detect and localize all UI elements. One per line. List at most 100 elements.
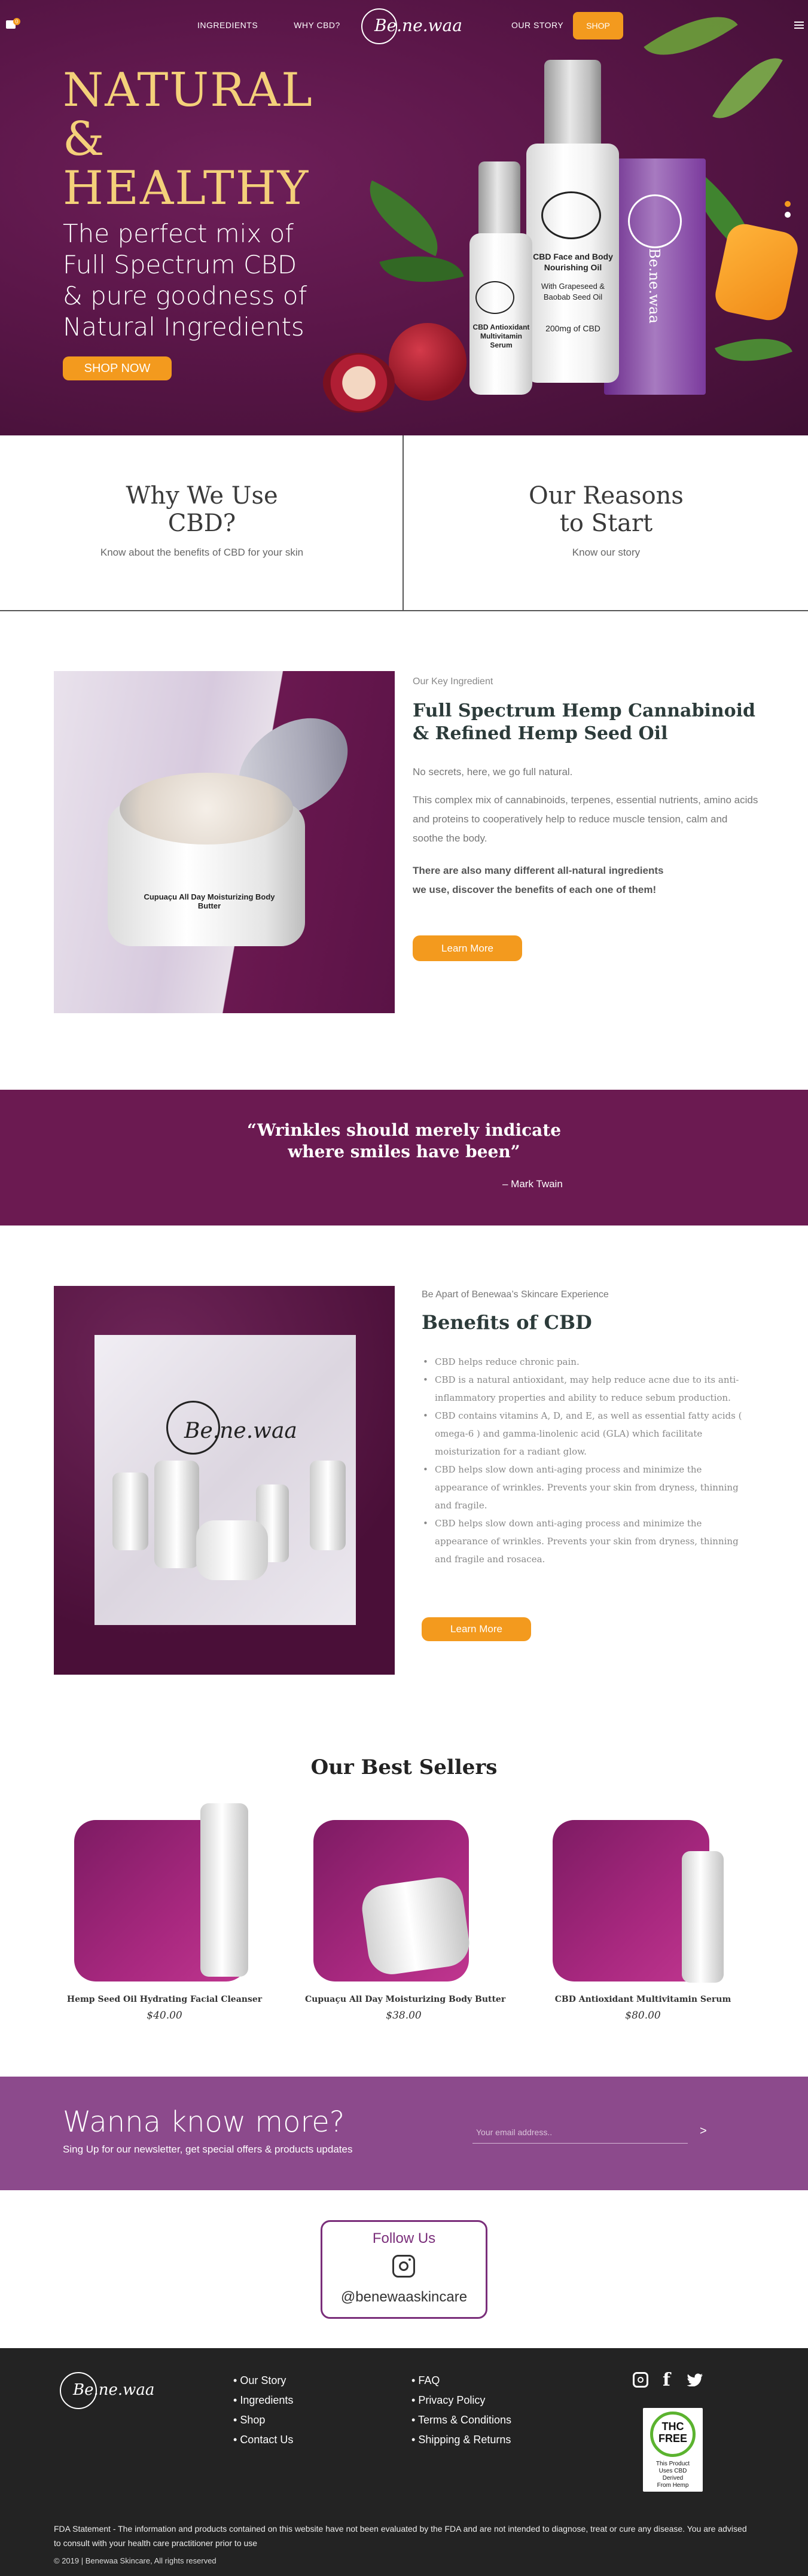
- product-image: [682, 1851, 724, 1983]
- newsletter-subtitle: Sing Up for our newsletter, get special …: [63, 2144, 353, 2155]
- hero-title-line: &: [63, 112, 106, 166]
- hero-title-line: HEALTHY: [63, 161, 310, 215]
- quote-author: – Mark Twain: [502, 1178, 563, 1190]
- reason-card-our-story[interactable]: Our Reasons to Start Know our story: [404, 435, 808, 610]
- copyright: © 2019 | Benewaa Skincare, All rights re…: [54, 2556, 217, 2565]
- footer-links-col2: FAQ Privacy Policy Terms & Conditions Sh…: [411, 2371, 511, 2450]
- facebook-icon[interactable]: f: [663, 2370, 670, 2391]
- section-title: Full Spectrum Hemp Cannabinoid & Refined…: [413, 700, 755, 745]
- main-nav-left: INGREDIENTS WHY CBD?: [197, 20, 340, 30]
- thc-badge-line: Uses CBD: [658, 2468, 687, 2474]
- pomegranate-image: [389, 323, 466, 401]
- reason-card-why-cbd[interactable]: Why We Use CBD? Know about the benefits …: [0, 435, 404, 610]
- bottle-label-line: With Grapeseed &: [541, 282, 605, 291]
- newsletter-submit-button[interactable]: >: [700, 2124, 707, 2138]
- product-price: $40.00: [147, 2010, 182, 2022]
- serum-bottle-image: [469, 233, 532, 395]
- reason-title-line: CBD?: [167, 510, 236, 537]
- instagram-icon[interactable]: [633, 2372, 648, 2388]
- slider-dot-active[interactable]: [785, 201, 791, 207]
- bottle-label-line: Nourishing Oil: [544, 263, 602, 272]
- hero-section: Be.ne.waa CBD Face and Body Nourishing O…: [0, 0, 808, 435]
- product-name[interactable]: Hemp Seed Oil Hydrating Facial Cleanser: [66, 1995, 263, 2004]
- email-input[interactable]: [472, 2121, 688, 2144]
- leaf-decoration: [354, 180, 453, 257]
- product-name[interactable]: CBD Antioxidant Multivitamin Serum: [544, 1995, 742, 2004]
- bottle-logo: [541, 191, 601, 239]
- hero-subtitle-line: Natural Ingredients: [63, 312, 304, 342]
- slider-dot[interactable]: [785, 212, 791, 218]
- footer-link-shop[interactable]: Shop: [233, 2410, 293, 2430]
- hero-subtitle: The perfect mix of Full Spectrum CBD & p…: [63, 218, 307, 343]
- newsletter-title: Wanna know more?: [63, 2105, 345, 2139]
- bottle-label: CBD Antioxidant Multivitamin Serum: [472, 323, 530, 349]
- bottle-pump: [544, 60, 601, 156]
- bottle-label: 200mg of CBD: [545, 324, 600, 333]
- footer-link-contact[interactable]: Contact Us: [233, 2430, 293, 2450]
- instagram-icon[interactable]: [392, 2255, 415, 2278]
- ingredient-text: No secrets, here, we go full natural.: [413, 766, 573, 778]
- product-name[interactable]: Cupuaçu All Day Moisturizing Body Butter: [305, 1995, 505, 2004]
- benefit-item: CBD contains vitamins A, D, and E, as we…: [422, 1407, 748, 1461]
- section-eyebrow: Our Key Ingredient: [413, 676, 493, 687]
- footer-logo[interactable]: Be.ne.waa: [60, 2372, 161, 2414]
- nav-our-story[interactable]: OUR STORY: [511, 20, 563, 30]
- section-eyebrow: Be Apart of Benewaa’s Skincare Experienc…: [422, 1289, 609, 1300]
- instagram-follow-card[interactable]: Follow Us @benewaaskincare: [321, 2220, 487, 2319]
- hamburger-menu-icon[interactable]: [794, 22, 804, 29]
- section-title-line: & Refined Hemp Seed Oil: [413, 723, 668, 744]
- fda-statement: FDA Statement - The information and prod…: [54, 2524, 747, 2548]
- follow-title: Follow Us: [372, 2230, 436, 2246]
- quote-line: where smiles have been”: [288, 1142, 520, 1162]
- footer-link-faq[interactable]: FAQ: [411, 2371, 511, 2391]
- nav-why-cbd[interactable]: WHY CBD?: [294, 20, 340, 30]
- bottle-label-line: CBD Face and Body: [533, 252, 613, 261]
- hero-title: NATURAL & HEALTHY: [63, 66, 313, 213]
- footer-link-shipping[interactable]: Shipping & Returns: [411, 2430, 511, 2450]
- leaf-decoration: [379, 242, 464, 297]
- bottle-image: [112, 1473, 148, 1550]
- shop-button[interactable]: SHOP: [573, 12, 623, 39]
- quote-text: “Wrinkles should merely indicate where s…: [0, 1120, 808, 1163]
- footer-link-terms[interactable]: Terms & Conditions: [411, 2410, 511, 2430]
- bottle-label-line: Baobab Seed Oil: [543, 292, 603, 301]
- bottle-logo: [475, 281, 514, 314]
- logo-text: Be.ne.waa: [374, 16, 462, 35]
- instagram-handle[interactable]: @benewaaskincare: [322, 2289, 486, 2306]
- quote-section: “Wrinkles should merely indicate where s…: [0, 1090, 808, 1225]
- learn-more-button[interactable]: Learn More: [422, 1617, 531, 1641]
- product-box-image: Be.ne.waa: [604, 158, 706, 395]
- shop-now-button[interactable]: SHOP NOW: [63, 356, 172, 380]
- leaf-decoration: [712, 44, 783, 133]
- leaf-decoration: [644, 0, 738, 77]
- best-sellers-title: Our Best Sellers: [310, 1755, 498, 1779]
- nav-ingredients[interactable]: INGREDIENTS: [197, 20, 258, 30]
- footer-link-our-story[interactable]: Our Story: [233, 2371, 293, 2391]
- bottle-image: [310, 1461, 346, 1550]
- footer-link-privacy[interactable]: Privacy Policy: [411, 2391, 511, 2410]
- footer-link-ingredients[interactable]: Ingredients: [233, 2391, 293, 2410]
- benefit-item: CBD helps slow down anti-aging process a…: [422, 1461, 748, 1514]
- jar-image: [196, 1520, 268, 1580]
- footer: Be.ne.waa Our Story Ingredients Shop Con…: [0, 2348, 808, 2576]
- photo-inner: Be.ne.waa: [94, 1335, 356, 1625]
- ingredient-highlight-line: we use, discover the benefits of each on…: [413, 884, 657, 895]
- product-price: $80.00: [625, 2010, 661, 2022]
- product-price: $38.00: [386, 2010, 422, 2022]
- reason-title: Our Reasons to Start: [404, 482, 808, 537]
- thc-badge-line: FREE: [658, 2432, 687, 2444]
- benefit-item: CBD is a natural antioxidant, may help r…: [422, 1371, 748, 1407]
- reason-subtitle: Know our story: [572, 547, 641, 558]
- bottle-image: [154, 1461, 199, 1568]
- learn-more-button[interactable]: Learn More: [413, 935, 522, 961]
- reason-subtitle: Know about the benefits of CBD for your …: [100, 547, 304, 558]
- reasons-section: Why We Use CBD? Know about the benefits …: [0, 435, 808, 611]
- jar-label: Cupuaçu All Day Moisturizing Body Butter: [144, 892, 275, 910]
- site-logo[interactable]: Be.ne.waa: [361, 8, 462, 44]
- twitter-icon[interactable]: [687, 2373, 703, 2387]
- quote-line: “Wrinkles should merely indicate: [246, 1120, 562, 1140]
- benefit-item: CBD helps slow down anti-aging process a…: [422, 1514, 748, 1568]
- jar-cream: [120, 773, 293, 845]
- hero-subtitle-line: Full Spectrum CBD: [63, 250, 297, 279]
- reason-title-line: Our Reasons: [529, 482, 684, 510]
